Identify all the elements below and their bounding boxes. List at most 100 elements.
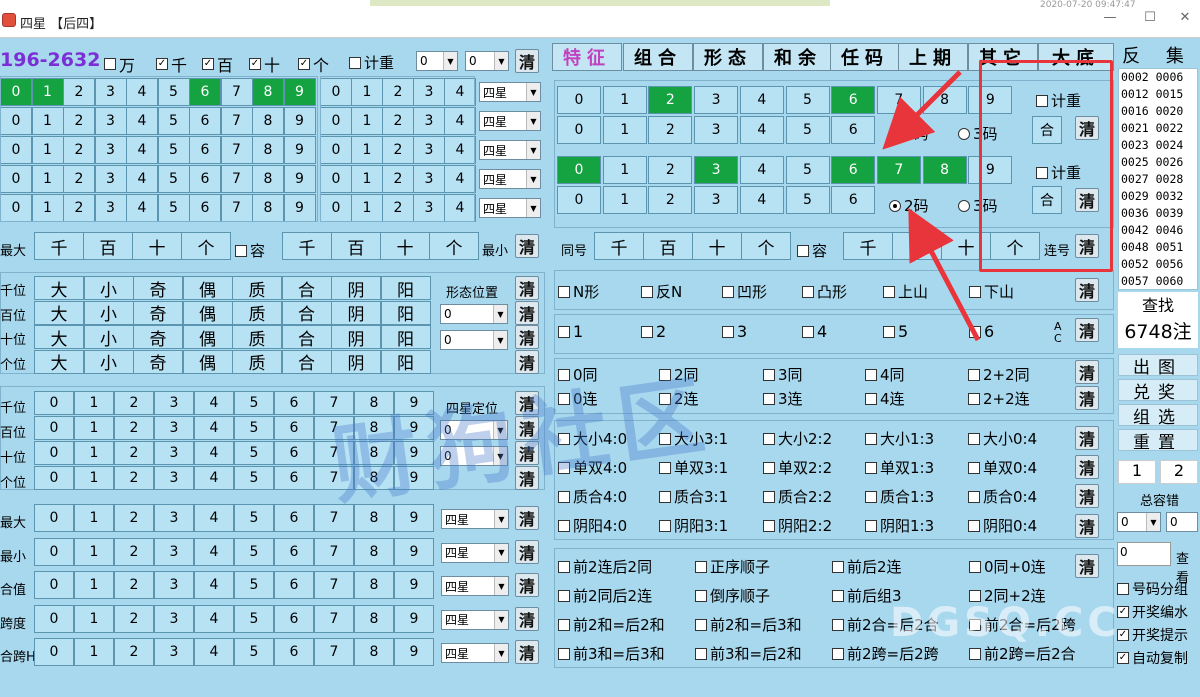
tonghao-rong-checkbox[interactable]: 容 xyxy=(797,240,827,261)
dingwei-digit-cell[interactable]: 0 xyxy=(34,441,74,465)
rongcuo-select[interactable]: 0 ▼ xyxy=(1117,512,1161,532)
code-list-item[interactable]: 0016 0020 xyxy=(1119,103,1197,120)
code-list-item[interactable]: 0027 0028 xyxy=(1119,171,1197,188)
feature-digit-cell-b[interactable]: 6 xyxy=(831,116,876,144)
clear-shape-row-button[interactable]: 清 xyxy=(515,300,539,325)
ratio-checkbox[interactable]: 单双3:1 xyxy=(659,457,728,478)
max-position-cell[interactable]: 十 xyxy=(132,232,182,260)
ratio-checkbox[interactable]: 大小4:0 xyxy=(558,428,627,449)
stats-digit-cell[interactable]: 4 xyxy=(194,638,234,666)
feature2-digit-cell[interactable]: 5 xyxy=(785,156,830,184)
shape-cell[interactable]: 合 xyxy=(281,276,332,301)
stats-digit-cell[interactable]: 5 xyxy=(234,537,274,566)
dingwei-digit-cell[interactable]: 4 xyxy=(194,441,234,465)
tong-checkbox[interactable]: 0同 xyxy=(558,364,598,385)
feature2-digit-cell-b[interactable]: 6 xyxy=(831,186,876,214)
misc-checkbox[interactable]: 前3和=后2和 xyxy=(695,643,802,664)
clear-ratio-button[interactable]: 清 xyxy=(1075,484,1099,508)
tab-2[interactable]: 组合 xyxy=(623,43,693,71)
shape-cell[interactable]: 阴 xyxy=(331,300,381,325)
stats-digit-cell[interactable]: 9 xyxy=(394,571,434,599)
shape-cell[interactable]: 合 xyxy=(281,349,332,374)
stats-digit-cell[interactable]: 9 xyxy=(394,604,434,633)
code-list-item[interactable]: 0012 0015 xyxy=(1119,86,1197,103)
shape-cell[interactable]: 阳 xyxy=(380,300,431,325)
stats-digit-cell[interactable]: 3 xyxy=(154,638,194,666)
ratio-checkbox[interactable]: 阴阳0:4 xyxy=(968,515,1037,536)
feature-digit-cell-b[interactable]: 2 xyxy=(648,116,693,144)
stats-digit-cell[interactable]: 2 xyxy=(114,571,154,599)
min-position-cell[interactable]: 个 xyxy=(429,232,479,260)
position-checkbox-2[interactable]: ✓ 千 xyxy=(156,52,187,76)
clear-tong-button[interactable]: 清 xyxy=(1075,360,1099,384)
feature-digit-cell[interactable]: 5 xyxy=(785,86,830,114)
dingwei-digit-cell[interactable]: 2 xyxy=(114,466,154,490)
shape-cell[interactable]: 质 xyxy=(232,325,282,350)
tab-1[interactable]: 特征 xyxy=(552,43,622,71)
clear-button[interactable]: 清 xyxy=(515,49,539,73)
shape-checkbox[interactable]: 凸形 xyxy=(802,281,847,302)
side-tab-1[interactable]: 1 xyxy=(1118,460,1156,484)
feature-digit-cell[interactable]: 0 xyxy=(557,86,601,114)
position-checkbox-5[interactable]: ✓ 个 xyxy=(298,52,329,76)
stats-digit-cell[interactable]: 8 xyxy=(354,638,394,666)
dingwei-digit-cell[interactable]: 2 xyxy=(114,416,154,440)
clear-lian-button[interactable]: 清 xyxy=(1075,386,1099,410)
ratio-checkbox[interactable]: 大小1:3 xyxy=(865,428,934,449)
shape-cell[interactable]: 阳 xyxy=(380,276,431,301)
shape-cell[interactable]: 小 xyxy=(83,325,134,350)
stats-digit-cell[interactable]: 2 xyxy=(114,604,154,633)
code-list-item[interactable]: 0042 0046 xyxy=(1119,222,1197,239)
stats-digit-cell[interactable]: 8 xyxy=(354,604,394,633)
dingwei-digit-cell[interactable]: 6 xyxy=(274,466,314,490)
clear-maxmin-button[interactable]: 清 xyxy=(515,234,539,258)
dingwei-digit-cell[interactable]: 5 xyxy=(234,391,274,415)
feature2-digit-cell[interactable]: 1 xyxy=(602,156,647,184)
stats-digit-cell[interactable]: 9 xyxy=(394,537,434,566)
side-button-3[interactable]: 组选 xyxy=(1118,404,1198,428)
tab-3[interactable]: 形态 xyxy=(693,43,763,71)
shape-cell[interactable]: 偶 xyxy=(182,300,233,325)
rongcuo-select-2[interactable]: 0 xyxy=(1166,512,1198,532)
feature2-digit-cell-b[interactable]: 3 xyxy=(694,186,739,214)
shape-cell[interactable]: 大 xyxy=(34,325,84,350)
dingwei-digit-cell[interactable]: 9 xyxy=(394,441,434,465)
shape-cell[interactable]: 大 xyxy=(34,349,84,374)
stats-digit-cell[interactable]: 3 xyxy=(154,504,194,532)
clear-shape-row-button[interactable]: 清 xyxy=(515,276,539,300)
ratio-checkbox[interactable]: 质合2:2 xyxy=(763,486,832,507)
misc-checkbox[interactable]: 0同+0连 xyxy=(969,556,1046,577)
grid-mode-select[interactable]: 四星 ▼ xyxy=(479,198,541,218)
max-position-cell[interactable]: 百 xyxy=(83,232,133,260)
code-list-item[interactable]: 0002 0006 xyxy=(1119,69,1197,86)
tong-checkbox[interactable]: 2连 xyxy=(659,388,699,409)
shape-cell[interactable]: 奇 xyxy=(133,276,183,301)
ratio-checkbox[interactable]: 大小0:4 xyxy=(968,428,1037,449)
misc-checkbox[interactable]: 前2合=后2合 xyxy=(832,614,939,635)
clear-shapechk-button[interactable]: 清 xyxy=(1075,278,1099,302)
dingwei-select[interactable]: 0 ▼ xyxy=(440,420,508,440)
dingwei-digit-cell[interactable]: 7 xyxy=(314,441,354,465)
tong-checkbox[interactable]: 4同 xyxy=(865,364,905,385)
dingwei-digit-cell[interactable]: 1 xyxy=(74,466,114,490)
stats-digit-cell[interactable]: 6 xyxy=(274,537,314,566)
stats-digit-cell[interactable]: 7 xyxy=(314,604,354,633)
tong-checkbox[interactable]: 2同 xyxy=(659,364,699,385)
shape-cell[interactable]: 小 xyxy=(83,300,134,325)
clear-numchk-button[interactable]: 清 xyxy=(1075,318,1099,342)
misc-checkbox[interactable]: 前2连后2同 xyxy=(558,556,652,577)
stats-digit-cell[interactable]: 4 xyxy=(194,537,234,566)
feature2-digit-cell[interactable]: 0 xyxy=(557,156,601,184)
feature2-digit-cell-b[interactable]: 4 xyxy=(739,186,784,214)
side-option-checkbox[interactable]: ✓ 自动复制 xyxy=(1117,648,1188,668)
shape-cell[interactable]: 阴 xyxy=(331,276,381,301)
stats-digit-cell[interactable]: 7 xyxy=(314,504,354,532)
side-button-2[interactable]: 兑奖 xyxy=(1118,379,1198,403)
dingwei-digit-cell[interactable]: 7 xyxy=(314,416,354,440)
feature2-digit-cell[interactable]: 3 xyxy=(694,156,739,184)
dingwei-digit-cell[interactable]: 0 xyxy=(34,466,74,490)
side-button-4[interactable]: 重置 xyxy=(1118,429,1198,453)
dingwei-digit-cell[interactable]: 2 xyxy=(114,391,154,415)
shape-cell[interactable]: 小 xyxy=(83,276,134,301)
shape-cell[interactable]: 大 xyxy=(34,276,84,301)
